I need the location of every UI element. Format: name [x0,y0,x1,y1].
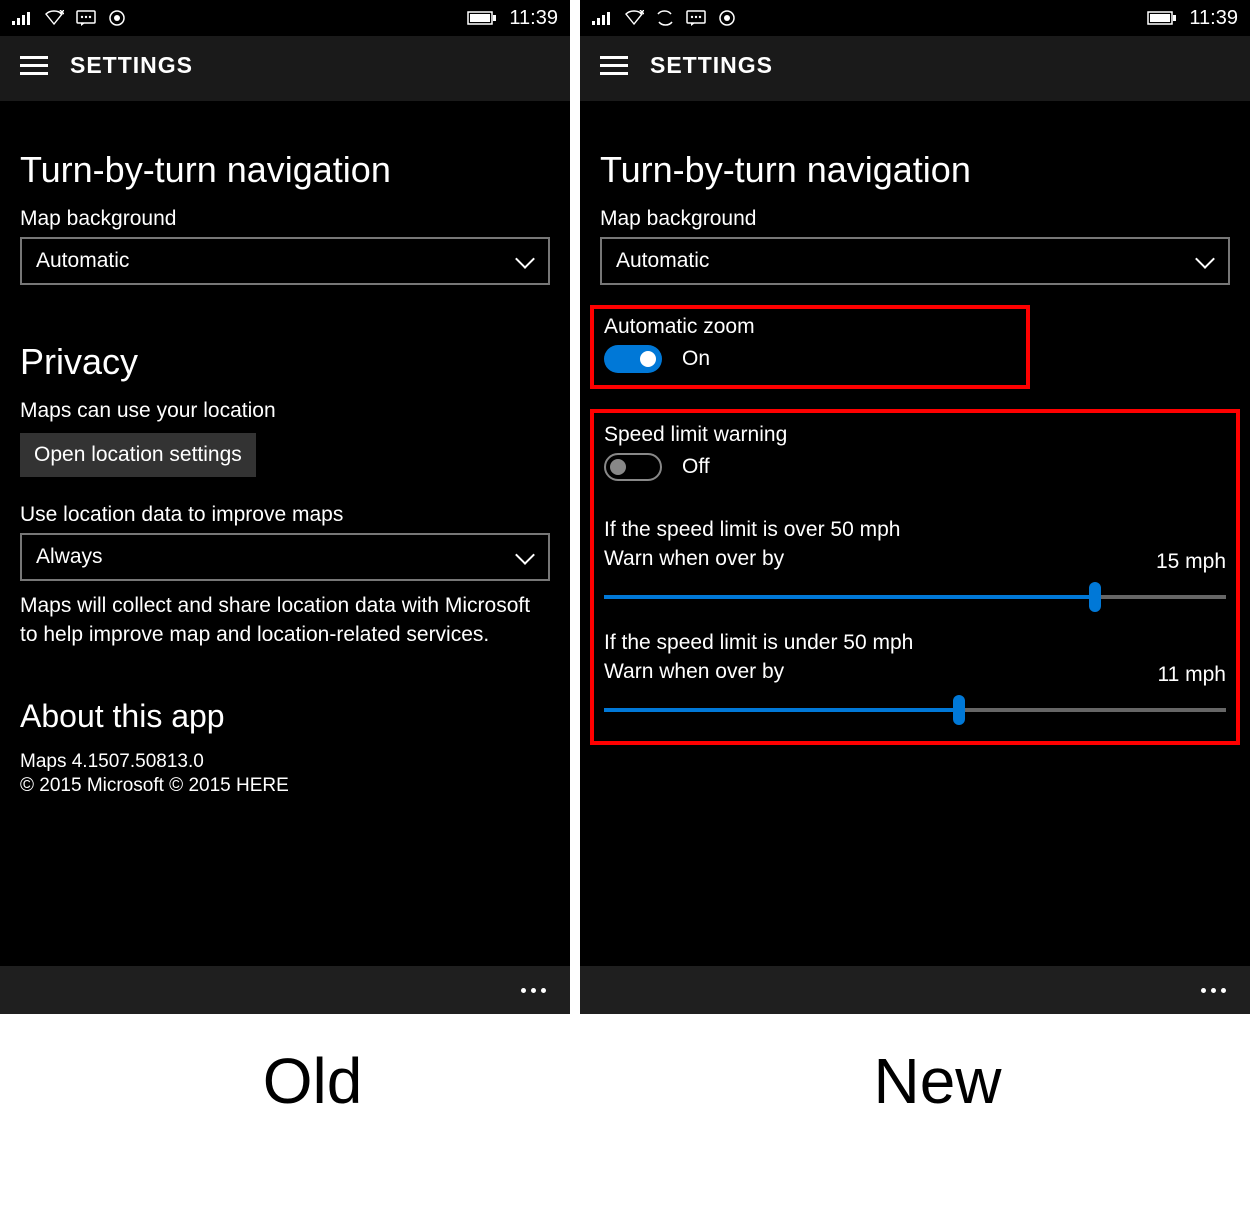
privacy-disclaimer: Maps will collect and share location dat… [20,591,550,650]
sync-icon [656,10,674,26]
signal-icon [12,11,32,25]
over-50-value: 15 mph [1156,550,1226,574]
wifi-icon [44,10,64,26]
improve-maps-select[interactable]: Always [20,533,550,581]
location-icon [108,9,126,27]
message-icon [76,10,96,26]
speed-limit-warning-state: Off [682,455,710,479]
status-time: 11:39 [1189,7,1238,30]
over-50-line1: If the speed limit is over 50 mph [604,515,900,544]
chevron-down-icon [1196,256,1214,266]
automatic-zoom-label: Automatic zoom [604,315,1016,339]
map-background-select[interactable]: Automatic [600,237,1230,285]
signal-icon [592,11,612,25]
caption-old: Old [0,1014,625,1178]
message-icon [686,10,706,26]
automatic-zoom-state: On [682,347,710,371]
phone-new: 11:39 SETTINGS Turn-by-turn navigation M… [580,0,1250,1014]
app-copyright: © 2015 Microsoft © 2015 HERE [20,775,550,797]
map-background-label: Map background [600,207,1230,231]
hamburger-icon[interactable] [600,56,628,75]
over-50-line2: Warn when over by [604,544,900,573]
section-turn-by-turn: Turn-by-turn navigation [20,149,550,191]
wifi-icon [624,10,644,26]
section-turn-by-turn: Turn-by-turn navigation [600,149,1230,191]
over-50-slider[interactable] [604,592,1226,602]
chevron-down-icon [516,552,534,562]
more-icon[interactable] [521,988,546,993]
battery-icon [467,11,497,25]
speed-limit-warning-toggle[interactable] [604,453,662,481]
under-50-line1: If the speed limit is under 50 mph [604,628,913,657]
status-time: 11:39 [509,7,558,30]
location-icon [718,9,736,27]
section-privacy: Privacy [20,341,550,383]
under-50-line2: Warn when over by [604,657,913,686]
improve-maps-label: Use location data to improve maps [20,503,550,527]
open-location-settings-button[interactable]: Open location settings [20,433,256,477]
highlight-autozoom: Automatic zoom On [590,305,1030,389]
speed-limit-warning-label: Speed limit warning [604,423,1226,447]
automatic-zoom-toggle[interactable] [604,345,662,373]
page-title: SETTINGS [70,52,193,79]
chevron-down-icon [516,256,534,266]
app-bar [580,966,1250,1014]
app-version: Maps 4.1507.50813.0 [20,751,550,773]
map-background-value: Automatic [36,249,129,273]
map-background-select[interactable]: Automatic [20,237,550,285]
header-bar: SETTINGS [580,36,1250,101]
status-bar: 11:39 [0,0,570,36]
map-background-label: Map background [20,207,550,231]
map-background-value: Automatic [616,249,709,273]
more-icon[interactable] [1201,988,1226,993]
header-bar: SETTINGS [0,36,570,101]
highlight-speed-limit: Speed limit warning Off If the speed lim… [590,409,1240,745]
section-about: About this app [20,698,550,735]
under-50-value: 11 mph [1158,663,1227,687]
under-50-slider[interactable] [604,705,1226,715]
improve-maps-value: Always [36,545,103,569]
hamburger-icon[interactable] [20,56,48,75]
phone-old: 11:39 SETTINGS Turn-by-turn navigation M… [0,0,570,1014]
app-bar [0,966,570,1014]
caption-new: New [625,1014,1250,1178]
page-title: SETTINGS [650,52,773,79]
battery-icon [1147,11,1177,25]
location-permission-label: Maps can use your location [20,399,550,423]
status-bar: 11:39 [580,0,1250,36]
